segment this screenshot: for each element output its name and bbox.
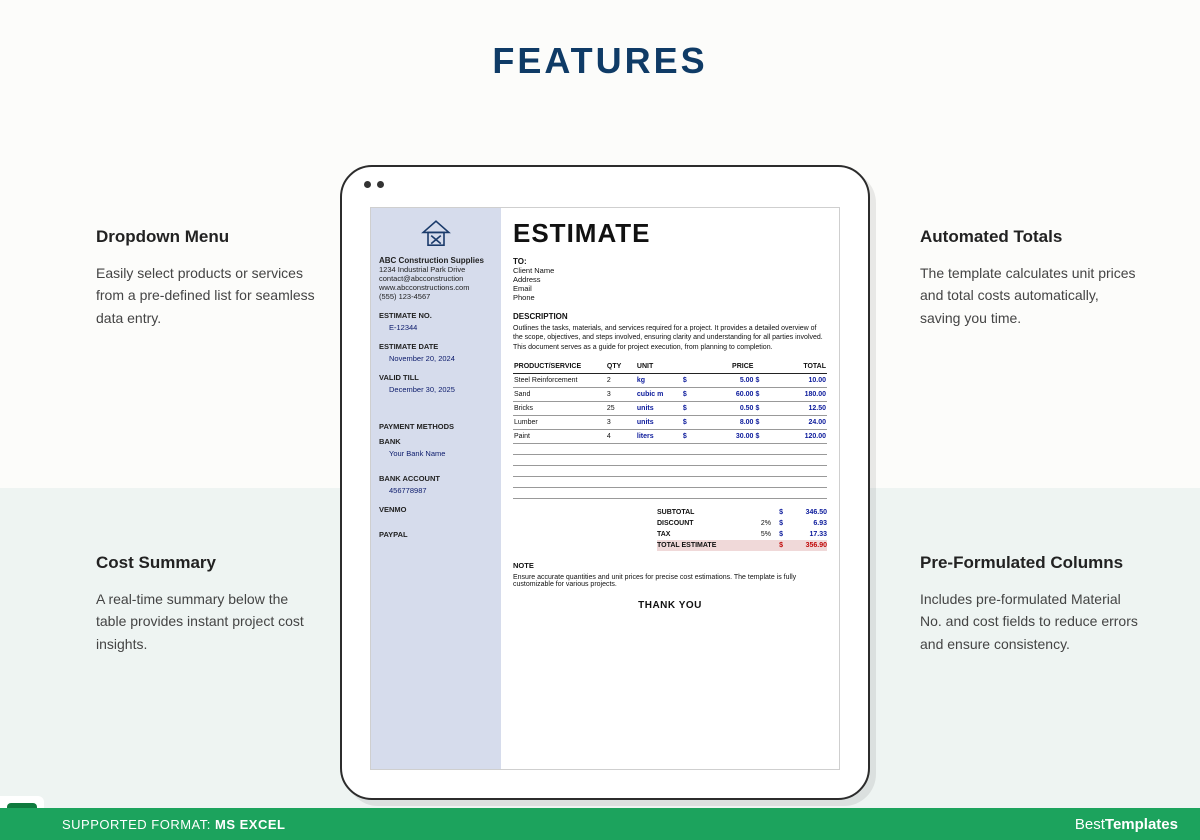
value-tax-pct: 5% <box>745 531 771 538</box>
table-row-blank <box>513 488 827 499</box>
feature-body: The template calculates unit prices and … <box>920 262 1140 329</box>
thank-you: THANK YOU <box>513 600 827 611</box>
table-row-blank <box>513 477 827 488</box>
value-subtotal: 346.50 <box>783 509 827 516</box>
table-row: Sand3cubic m$60.00$180.00 <box>513 388 827 402</box>
label-tax: TAX <box>657 531 745 538</box>
value-bank-name: Your Bank Name <box>389 449 493 458</box>
label-subtotal: SUBTOTAL <box>657 509 745 516</box>
table-row: Steel Reinforcement2kg$5.00$10.00 <box>513 374 827 388</box>
label-valid-till: VALID TILL <box>379 373 493 382</box>
company-logo-icon <box>420 218 452 250</box>
table-row-blank <box>513 466 827 477</box>
feature-dropdown-menu: Dropdown Menu Easily select products or … <box>96 226 316 329</box>
company-address: 1234 Industrial Park Drive <box>379 265 493 274</box>
label-bank: BANK <box>379 437 493 446</box>
totals-box: SUBTOTAL$346.50 DISCOUNT2%$6.93 TAX5%$17… <box>657 507 827 551</box>
page-title: FEATURES <box>0 40 1200 82</box>
note-section: NOTE Ensure accurate quantities and unit… <box>513 561 827 588</box>
items-table: PRODUCT/SERVICE QTY UNIT PRICE TOTAL Ste… <box>513 360 827 499</box>
value-estimate-date: November 20, 2024 <box>389 354 493 363</box>
device-frame: ABC Construction Supplies 1234 Industria… <box>340 165 870 800</box>
window-dots-icon <box>364 181 384 188</box>
label-note: NOTE <box>513 561 534 570</box>
field-address: Address <box>513 275 827 284</box>
company-phone: (555) 123-4567 <box>379 292 493 301</box>
description-text: Outlines the tasks, materials, and servi… <box>513 324 827 352</box>
col-qty: QTY <box>606 360 636 374</box>
value-total-estimate: 356.90 <box>783 542 827 549</box>
value-tax: 17.33 <box>783 531 827 538</box>
label-estimate-no: ESTIMATE NO. <box>379 311 493 320</box>
value-bank-account: 456778987 <box>389 486 493 495</box>
field-phone: Phone <box>513 293 827 302</box>
document-main: ESTIMATE TO: Client Name Address Email P… <box>501 208 839 769</box>
company-website: www.abcconstructions.com <box>379 283 493 292</box>
feature-title: Automated Totals <box>920 226 1140 248</box>
template-preview: ABC Construction Supplies 1234 Industria… <box>370 207 840 770</box>
value-discount-pct: 2% <box>745 520 771 527</box>
sidebar: ABC Construction Supplies 1234 Industria… <box>371 208 501 769</box>
feature-title: Dropdown Menu <box>96 226 316 248</box>
table-row: Lumber3units$8.00$24.00 <box>513 416 827 430</box>
label-venmo: VENMO <box>379 505 493 514</box>
label-total-estimate: TOTAL ESTIMATE <box>657 542 745 549</box>
feature-title: Cost Summary <box>96 552 316 574</box>
company-email: contact@abcconstruction <box>379 274 493 283</box>
col-price: PRICE <box>682 360 755 374</box>
table-row: Bricks25units$0.50$12.50 <box>513 402 827 416</box>
table-row: Paint4liters$30.00$120.00 <box>513 430 827 444</box>
feature-preformulated-columns: Pre-Formulated Columns Includes pre-form… <box>920 552 1140 655</box>
supported-format: SUPPORTED FORMAT: MS EXCEL <box>62 817 285 832</box>
document-heading: ESTIMATE <box>513 218 827 249</box>
field-email: Email <box>513 284 827 293</box>
feature-body: A real-time summary below the table prov… <box>96 588 316 655</box>
label-discount: DISCOUNT <box>657 520 745 527</box>
feature-body: Includes pre-formulated Material No. and… <box>920 588 1140 655</box>
company-name: ABC Construction Supplies <box>379 256 493 265</box>
feature-body: Easily select products or services from … <box>96 262 316 329</box>
note-text: Ensure accurate quantities and unit pric… <box>513 574 827 588</box>
label-estimate-date: ESTIMATE DATE <box>379 342 493 351</box>
label-bank-account: BANK ACCOUNT <box>379 474 493 483</box>
feature-title: Pre-Formulated Columns <box>920 552 1140 574</box>
col-total: TOTAL <box>754 360 827 374</box>
value-valid-till: December 30, 2025 <box>389 385 493 394</box>
label-payment-methods: PAYMENT METHODS <box>379 422 493 431</box>
label-description: DESCRIPTION <box>513 312 827 321</box>
brand-logo: BestTemplates <box>1075 816 1178 833</box>
footer-bar: SUPPORTED FORMAT: MS EXCEL BestTemplates <box>0 808 1200 840</box>
label-paypal: PAYPAL <box>379 530 493 539</box>
table-row-blank <box>513 455 827 466</box>
feature-cost-summary: Cost Summary A real-time summary below t… <box>96 552 316 655</box>
table-row-blank <box>513 444 827 455</box>
feature-automated-totals: Automated Totals The template calculates… <box>920 226 1140 329</box>
field-client-name: Client Name <box>513 266 827 275</box>
value-estimate-no: E-12344 <box>389 323 493 332</box>
col-product: PRODUCT/SERVICE <box>513 360 606 374</box>
col-unit: UNIT <box>636 360 682 374</box>
value-discount: 6.93 <box>783 520 827 527</box>
label-to: TO: <box>513 257 827 266</box>
